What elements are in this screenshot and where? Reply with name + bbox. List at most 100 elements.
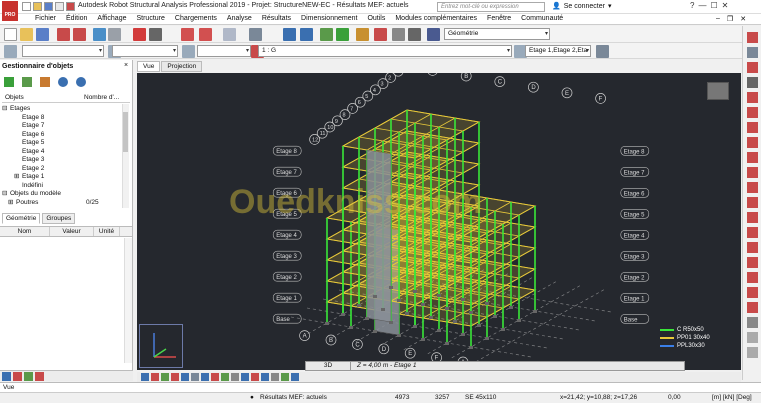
structure-tool-icon[interactable] [747,197,758,208]
units[interactable]: [m] [kN] [Deg] [712,393,752,403]
preview-icon[interactable] [73,28,86,41]
structure-tool-icon[interactable] [747,302,758,313]
tree-item[interactable]: ⊞ Poutres 0/25 [8,198,99,207]
tab-groupes[interactable]: Groupes [42,213,76,224]
display-option-icon[interactable] [201,373,209,381]
structure-tool-icon[interactable] [747,242,758,253]
open-icon[interactable] [20,28,33,41]
copy-icon[interactable] [93,28,106,41]
redo-icon[interactable] [199,28,212,41]
paste-icon[interactable] [108,28,121,41]
structure-tool-icon[interactable] [747,32,758,43]
display-option-icon[interactable] [291,373,299,381]
display-option-icon[interactable] [271,373,279,381]
minimize-icon[interactable]: — [698,1,706,10]
display-option-icon[interactable] [261,373,269,381]
menu-analyse[interactable]: Analyse [222,14,257,24]
delete-selection-icon[interactable] [40,77,50,87]
display-option-icon[interactable] [211,373,219,381]
structure-tool-icon[interactable] [747,332,758,343]
structure-tree-icon[interactable] [4,77,14,87]
view-cube-icon[interactable] [707,82,729,100]
display-option-icon[interactable] [171,373,179,381]
properties-scrollbar[interactable] [124,238,132,363]
structure-tool-icon[interactable] [747,272,758,283]
display-option-icon[interactable] [151,373,159,381]
structure-tool-icon[interactable] [747,107,758,118]
display-icon[interactable] [392,28,405,41]
col-valeur[interactable]: Valeur [50,227,94,236]
undo-icon[interactable] [66,2,75,11]
display-option-icon[interactable] [161,373,169,381]
menu-edition[interactable]: Édition [61,14,92,24]
tab-projection[interactable]: Projection [161,61,203,72]
tab-vue[interactable]: Vue [137,61,161,72]
col-count[interactable]: Nombre d'... [84,94,119,101]
app-logo[interactable]: PRO [2,1,18,21]
display-option-icon[interactable] [191,373,199,381]
3d-viewport[interactable]: Etage 8 Etage 7 Etage 6 Etage 5 Etage 4 Etage… [137,73,741,370]
structure-tool-icon[interactable] [747,122,758,133]
structure-tool-icon[interactable] [747,182,758,193]
save-icon[interactable] [44,2,53,11]
structure-icon[interactable] [356,28,369,41]
structure-model[interactable]: Etage 8 Etage 7 Etage 6 Etage 5 Etage 4 Etage… [137,73,741,370]
node-select[interactable]: ▾ [22,45,104,57]
command-line[interactable]: Vue [0,382,761,392]
pan-icon[interactable] [320,28,333,41]
story-select[interactable]: Etage 1,Etage 2,Eta ▾ [525,45,591,57]
layout-icon[interactable] [427,28,440,41]
structure-tool-icon[interactable] [747,92,758,103]
rotate-icon[interactable] [336,28,349,41]
search-icon[interactable] [58,77,68,87]
display-option-icon[interactable] [231,373,239,381]
structure-tool-icon[interactable] [747,257,758,268]
object-select[interactable]: ▾ [197,45,251,57]
mdi-minimize-icon[interactable]: – [716,15,720,23]
search-input[interactable]: Entrez mot-clé ou expression [437,2,545,12]
selection-icon[interactable] [408,28,421,41]
structure-tool-icon[interactable] [747,227,758,238]
tree-expander-icon[interactable]: ⊟ [2,104,10,113]
help-icon[interactable]: ? [690,1,694,10]
menu-fenetre[interactable]: Fenêtre [482,14,516,24]
menu-resultats[interactable]: Résultats [257,14,296,24]
zoom-window-icon[interactable] [300,28,313,41]
story-next-icon[interactable] [596,45,609,58]
display-option-icon[interactable] [141,373,149,381]
new-file-icon[interactable] [22,2,31,11]
mdi-restore-icon[interactable]: ❐ [727,15,733,23]
select-icon[interactable] [4,45,17,58]
open-file-icon[interactable] [33,2,42,11]
menu-outils[interactable]: Outils [362,14,390,24]
menu-chargements[interactable]: Chargements [170,14,222,24]
menu-affichage[interactable]: Affichage [92,14,131,24]
login-area[interactable]: 👤 Se connecter ▾ [552,2,611,11]
structure-tool-icon[interactable] [747,47,758,58]
structure-tool-icon[interactable] [747,287,758,298]
layout-select[interactable]: Géométrie ▾ [444,28,550,40]
filter-icon[interactable] [182,45,195,58]
menu-modules[interactable]: Modules complémentaires [390,14,482,24]
display-option-icon[interactable] [281,373,289,381]
display-option-icon[interactable] [241,373,249,381]
loads-icon[interactable] [374,28,387,41]
structure-tool-icon[interactable] [747,167,758,178]
col-unite[interactable]: Unité [94,227,120,236]
structure-tool-icon[interactable] [747,62,758,73]
col-nom[interactable]: Nom [0,227,50,236]
load-case-select[interactable]: 1 : G ▾ [258,45,512,57]
tree-expander-icon[interactable]: ⊞ [8,198,16,207]
col-objects[interactable]: Objets [5,94,24,101]
zoom-icon[interactable] [283,28,296,41]
display-option-icon[interactable] [251,373,259,381]
structure-tool-icon[interactable] [747,152,758,163]
menu-dimensionnement[interactable]: Dimensionnement [296,14,362,24]
structure-tool-icon[interactable] [747,212,758,223]
tree-scroll-thumb[interactable] [123,112,128,152]
filter-icon[interactable] [22,77,32,87]
new-icon[interactable] [4,28,17,41]
close-icon[interactable]: × [124,62,128,69]
display-option-icon[interactable] [181,373,189,381]
menu-communaute[interactable]: Communauté [516,14,568,24]
